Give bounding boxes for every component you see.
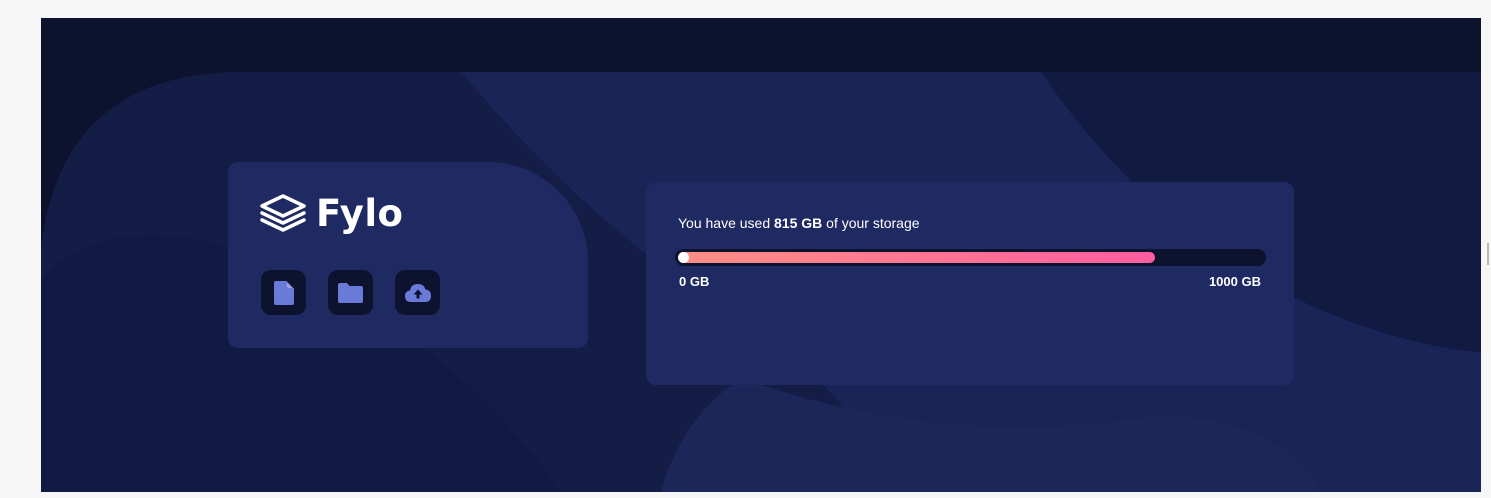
action-icons <box>261 270 440 315</box>
folder-icon <box>338 282 363 303</box>
storage-usage-text: You have used 815 GB of your storage <box>678 215 920 231</box>
progress-knob <box>678 252 689 263</box>
cloud-upload-icon <box>404 283 431 302</box>
brand-name: Fylo <box>316 191 404 235</box>
range-min-label: 0 GB <box>679 274 710 289</box>
logo-card: Fylo <box>228 162 588 348</box>
logo: Fylo <box>260 194 403 232</box>
usage-prefix: You have used <box>678 215 775 231</box>
upload-button[interactable] <box>395 270 440 315</box>
storage-progress-bar <box>675 249 1266 266</box>
folder-button[interactable] <box>328 270 373 315</box>
usage-suffix: of your storage <box>822 215 920 231</box>
storage-progress-fill <box>678 252 1155 263</box>
document-button[interactable] <box>261 270 306 315</box>
scrollbar-edge[interactable] <box>1487 243 1489 265</box>
document-icon <box>273 280 294 305</box>
usage-amount: 815 GB <box>774 215 823 231</box>
page-viewport: Fylo You have used 815 GB of your storag… <box>41 18 1481 492</box>
storage-card: You have used 815 GB of your storage 0 G… <box>646 182 1294 385</box>
stacked-layers-icon <box>260 194 306 232</box>
range-max-label: 1000 GB <box>1208 274 1261 289</box>
